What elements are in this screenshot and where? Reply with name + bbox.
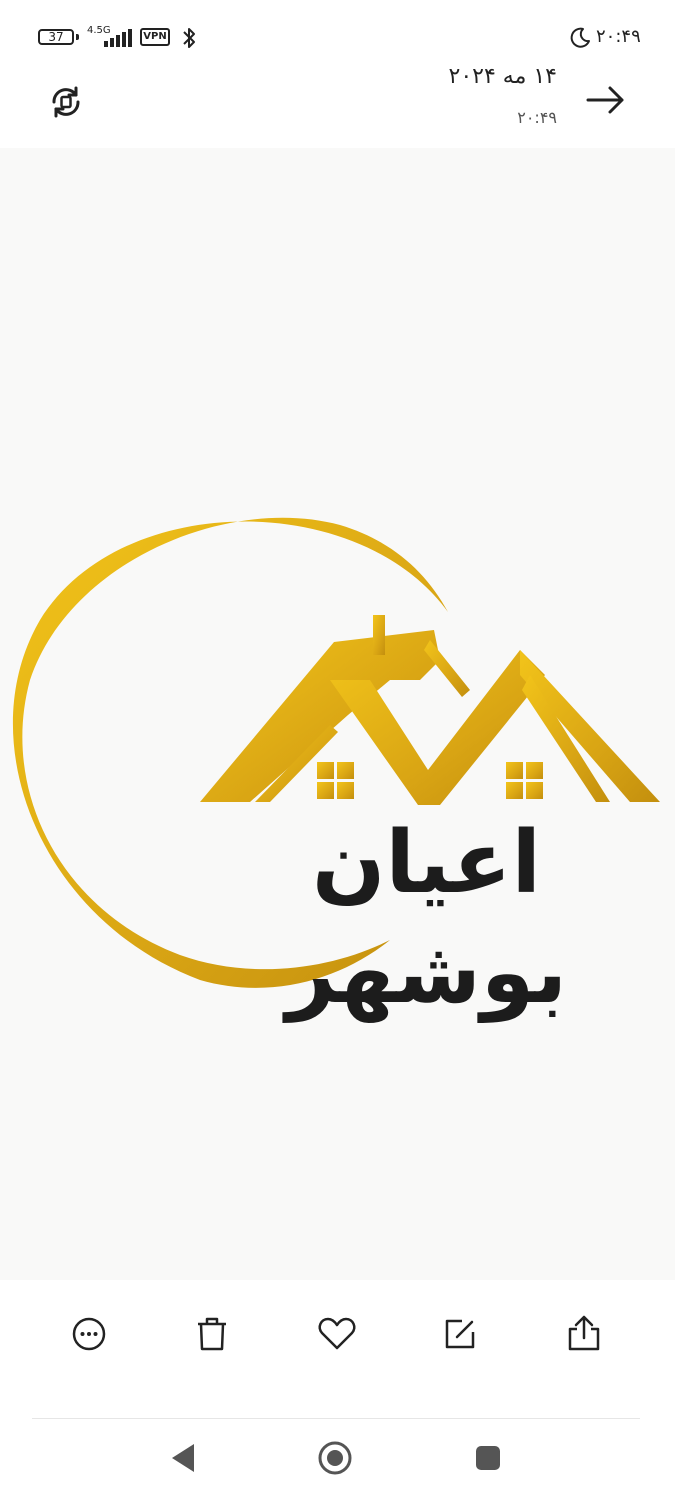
edit-icon[interactable] [438, 1312, 482, 1356]
status-bar: 37 4.5G VPN ۲۰:۴۹ [0, 0, 675, 70]
toolbar-divider [32, 1418, 640, 1419]
bluetooth-icon [183, 28, 195, 48]
battery-level: 37 [48, 30, 64, 44]
viewer-header [0, 70, 675, 148]
logo-window-left [317, 762, 354, 799]
photo-date: ۱۴ مه ۲۰۲۴ [448, 64, 557, 89]
nav-back-icon[interactable] [168, 1442, 198, 1474]
photo-time: ۲۰:۴۹ [517, 108, 557, 127]
arrow-right-icon[interactable] [584, 82, 628, 118]
favorite-icon[interactable] [315, 1312, 359, 1356]
delete-icon[interactable] [190, 1312, 234, 1356]
rotate-icon[interactable] [46, 82, 86, 122]
signal-icon [104, 29, 132, 47]
logo-chimney [373, 615, 385, 655]
more-icon[interactable] [67, 1312, 111, 1356]
nav-home-icon[interactable] [317, 1440, 353, 1476]
moon-icon [570, 27, 590, 48]
share-icon[interactable] [562, 1312, 606, 1356]
battery-icon: 37 [38, 29, 74, 45]
vpn-icon: VPN [140, 28, 170, 46]
logo-text: اعیان بوشهر [285, 813, 569, 1023]
logo-window-right [506, 762, 543, 799]
nav-recents-icon[interactable] [474, 1444, 502, 1472]
status-time: ۲۰:۴۹ [596, 26, 641, 47]
battery-tip [76, 34, 79, 40]
